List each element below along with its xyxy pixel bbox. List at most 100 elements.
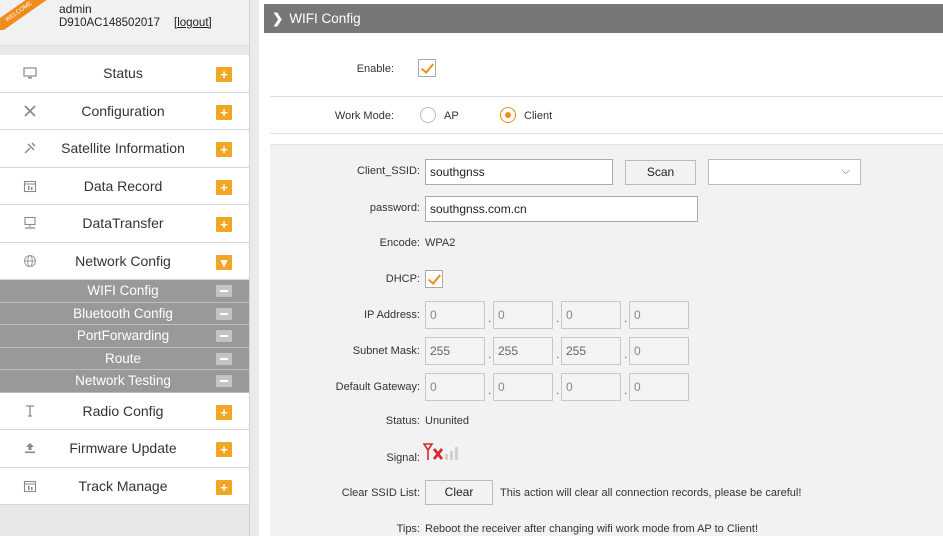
submenu-item-wifi-config[interactable]: WIFI Config [0,280,249,303]
menu-item-status[interactable]: Status + [0,55,249,93]
transfer-icon [22,216,38,232]
menu-label: Data Record [83,177,163,194]
mask-octet-2[interactable]: 255 [493,337,553,365]
page-title: WIFI Config [289,11,361,26]
menu-item-radio-config[interactable]: Radio Config + [0,392,249,430]
collapse-toggle[interactable]: ▾ [216,254,232,270]
menu-item-datatransfer[interactable]: DataTransfer + [0,205,249,243]
main-content: ❯ WIFI Config Enable: Work Mode: AP Clien… [264,0,943,536]
mask-octet-4[interactable]: 0 [629,337,689,365]
work-mode-label: Work Mode: [334,110,394,122]
submenu-label: Route [104,350,142,366]
mode-ap-label: AP [444,110,459,122]
expand-toggle[interactable]: + [216,67,232,82]
device-id: D910AC148502017 [59,17,161,29]
gateway-octet-1[interactable]: 0 [425,373,485,401]
expand-toggle[interactable]: + [216,442,232,457]
mode-ap-radio[interactable] [420,107,436,123]
main-menu: Status + Configuration + Satellite Infor… [0,55,249,505]
scan-button[interactable]: Scan [625,160,696,185]
work-mode-row: Work Mode: AP Client [270,96,943,134]
ip-octet-1[interactable]: 0 [425,301,485,329]
dot-separator: . [488,311,492,325]
calendar-icon [22,179,38,195]
dot-separator: . [556,311,560,325]
tips-text: Reboot the receiver after changing wifi … [425,523,759,535]
sidebar-splitter [249,0,259,536]
tools-icon [22,104,38,120]
user-panel: WELCOME admin D910AC148502017 [logout] [0,0,249,46]
menu-item-network-config[interactable]: Network Config ▾ [0,242,249,280]
password-input[interactable]: southgnss.com.cn [425,196,698,222]
dot-separator: . [556,347,560,361]
submenu-label: Bluetooth Config [73,305,173,321]
dot-separator: . [624,383,628,397]
gateway-octet-2[interactable]: 0 [493,373,553,401]
menu-label: Network Config [75,252,171,269]
ssid-select[interactable]: ⌵ [708,159,861,185]
welcome-badge: WELCOME [0,0,52,30]
submenu-item-portforwarding[interactable]: PortForwarding [0,325,249,348]
upload-icon [22,441,38,457]
encode-label: Encode: [379,237,420,249]
menu-item-data-record[interactable]: Data Record + [0,167,249,205]
clear-button[interactable]: Clear [425,480,493,505]
expand-toggle[interactable]: + [216,404,232,420]
dot-separator: . [624,347,628,361]
ssid-label: Client_SSID: [357,165,420,177]
dhcp-checkbox[interactable] [425,270,443,288]
client-settings-panel: Client_SSID: southgnss Scan ⌵ password: … [270,144,943,536]
minus-icon [216,307,232,320]
expand-toggle[interactable]: + [216,217,232,232]
sidebar: WELCOME admin D910AC148502017 [logout] S… [0,0,249,536]
submenu-label: Network Testing [75,373,171,388]
submenu-item-network-testing[interactable]: Network Testing [0,370,249,393]
mask-octet-1[interactable]: 255 [425,337,485,365]
encode-value: WPA2 [425,237,456,249]
expand-toggle[interactable]: + [216,142,232,157]
mode-client-label: Client [524,110,553,122]
globe-icon [22,254,38,270]
ip-octet-2[interactable]: 0 [493,301,553,329]
tips-label: Tips: [396,523,420,535]
submenu-item-bluetooth-config[interactable]: Bluetooth Config [0,303,249,325]
menu-label: Track Manage [78,477,168,494]
submenu-item-route[interactable]: Route [0,348,249,370]
page-title-bar: ❯ WIFI Config [264,4,943,33]
expand-toggle[interactable]: + [216,104,232,120]
menu-label: DataTransfer [82,215,164,231]
satellite-icon [22,141,38,157]
menu-item-track-manage[interactable]: Track Manage + [0,467,249,505]
mask-octet-3[interactable]: 255 [561,337,621,365]
expand-toggle[interactable]: + [216,179,232,195]
ip-octet-4[interactable]: 0 [629,301,689,329]
logout-link[interactable]: [logout] [174,17,212,29]
menu-item-satellite-information[interactable]: Satellite Information + [0,130,249,168]
mode-client-radio[interactable] [500,107,516,123]
menu-label: Status [103,65,143,81]
gateway-octet-4[interactable]: 0 [629,373,689,401]
minus-icon [216,285,232,297]
expand-toggle[interactable]: + [216,479,232,495]
ssid-input[interactable]: southgnss [425,159,613,185]
menu-label: Radio Config [82,402,164,419]
minus-icon [216,330,232,342]
status-label: Status: [385,415,420,427]
clear-ssid-label: Clear SSID List: [341,487,420,499]
chevron-right-icon: ❯ [272,11,284,26]
chevron-down-icon: ⌵ [841,165,850,177]
status-value: Ununited [425,415,470,427]
gateway-octet-3[interactable]: 0 [561,373,621,401]
password-label: password: [369,202,420,214]
dot-separator: . [488,347,492,361]
clear-warning: This action will clear all connection re… [500,487,802,499]
dot-separator: . [556,383,560,397]
menu-item-firmware-update[interactable]: Firmware Update + [0,430,249,468]
minus-icon [216,375,232,387]
username: admin [59,2,92,16]
menu-item-configuration[interactable]: Configuration + [0,92,249,130]
menu-label: Satellite Information [61,140,185,156]
ip-octet-3[interactable]: 0 [561,301,621,329]
enable-label: Enable: [356,63,394,75]
enable-checkbox[interactable] [418,59,436,77]
